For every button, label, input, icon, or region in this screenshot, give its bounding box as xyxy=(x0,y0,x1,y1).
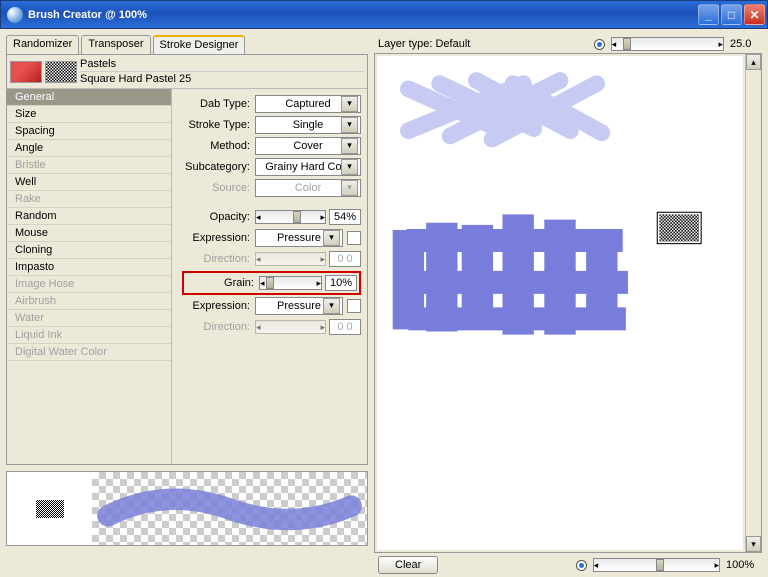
window-title: Brush Creator @ 100% xyxy=(28,9,696,21)
category-item: Digital Water Color xyxy=(7,344,171,361)
tabs: Randomizer Transposer Stroke Designer xyxy=(6,35,368,54)
category-item[interactable]: Mouse xyxy=(7,225,171,242)
tab-stroke-designer[interactable]: Stroke Designer xyxy=(153,35,246,54)
titlebar: Brush Creator @ 100% _ □ ✕ xyxy=(0,0,768,29)
left-column: Randomizer Transposer Stroke Designer Pa… xyxy=(6,35,368,546)
grain-slider[interactable] xyxy=(259,276,322,290)
expression1-label: Expression: xyxy=(182,232,250,244)
preview-strip xyxy=(6,471,368,546)
brush-header: Pastels Square Hard Pastel 25 xyxy=(7,55,367,89)
brush-info: Pastels Square Hard Pastel 25 xyxy=(80,58,364,85)
canvas-wrap: ▴ ▾ xyxy=(374,53,762,553)
dab-preview xyxy=(7,472,92,545)
opacity-label: Opacity: xyxy=(182,211,250,223)
maximize-button[interactable]: □ xyxy=(721,4,742,25)
method-combo[interactable]: Cover xyxy=(255,137,361,155)
layer-type-label: Layer type: Default xyxy=(378,38,470,50)
category-item: Water xyxy=(7,310,171,327)
subcategory-combo[interactable]: Grainy Hard Co... xyxy=(255,158,361,176)
category-item: Liquid Ink xyxy=(7,327,171,344)
category-item[interactable]: Random xyxy=(7,208,171,225)
brush-category-icon[interactable] xyxy=(10,61,42,83)
brush-variant-label: Square Hard Pastel 25 xyxy=(80,73,364,85)
scroll-track[interactable] xyxy=(746,70,761,536)
category-list: GeneralSizeSpacingAngleBristleWellRakeRa… xyxy=(7,89,172,464)
category-item[interactable]: Size xyxy=(7,106,171,123)
direction1-value: 0 0 xyxy=(329,251,361,267)
scroll-up-icon[interactable]: ▴ xyxy=(746,54,761,70)
category-item[interactable]: Impasto xyxy=(7,259,171,276)
dabtype-label: Dab Type: xyxy=(182,98,250,110)
grain-label: Grain: xyxy=(186,277,254,289)
direction2-label: Direction: xyxy=(182,321,250,333)
category-item: Airbrush xyxy=(7,293,171,310)
grain-row-highlight: Grain: 10% xyxy=(182,271,361,295)
brush-category-label: Pastels xyxy=(80,58,364,72)
layer-bar: Layer type: Default 25.0 xyxy=(374,35,762,53)
opacity-slider[interactable] xyxy=(255,210,326,224)
source-label: Source: xyxy=(182,182,250,194)
zoom-radio[interactable] xyxy=(576,560,587,571)
expression2-label: Expression: xyxy=(182,300,250,312)
close-button[interactable]: ✕ xyxy=(744,4,765,25)
dabtype-combo[interactable]: Captured xyxy=(255,95,361,113)
category-item[interactable]: Angle xyxy=(7,140,171,157)
tab-randomizer[interactable]: Randomizer xyxy=(6,35,79,54)
layer-slider-value: 25.0 xyxy=(730,38,758,50)
canvas[interactable] xyxy=(377,56,743,550)
zoom-slider[interactable] xyxy=(593,558,720,572)
tab-transposer[interactable]: Transposer xyxy=(81,35,150,54)
category-item: Rake xyxy=(7,191,171,208)
stroketype-label: Stroke Type: xyxy=(182,119,250,131)
bottom-bar: Clear 100% xyxy=(374,553,762,577)
category-item[interactable]: General xyxy=(7,89,171,106)
scroll-down-icon[interactable]: ▾ xyxy=(746,536,761,552)
direction1-label: Direction: xyxy=(182,253,250,265)
properties-panel: Dab Type: Captured Stroke Type: Single Met… xyxy=(172,89,367,464)
expression2-combo[interactable]: Pressure xyxy=(255,297,343,315)
stroketype-combo[interactable]: Single xyxy=(255,116,361,134)
method-label: Method: xyxy=(182,140,250,152)
direction1-slider xyxy=(255,252,326,266)
direction2-value: 0 0 xyxy=(329,319,361,335)
direction2-slider xyxy=(255,320,326,334)
canvas-strokes xyxy=(377,56,743,550)
opacity-value[interactable]: 54% xyxy=(329,209,361,225)
brush-variant-icon[interactable] xyxy=(45,61,77,83)
category-item[interactable]: Spacing xyxy=(7,123,171,140)
subcategory-label: Subcategory: xyxy=(182,161,250,173)
stroke-preview-svg xyxy=(92,472,367,545)
expression1-check[interactable] xyxy=(347,231,361,245)
category-item[interactable]: Well xyxy=(7,174,171,191)
minimize-button[interactable]: _ xyxy=(698,4,719,25)
clear-button[interactable]: Clear xyxy=(378,556,438,574)
category-item: Image Hose xyxy=(7,276,171,293)
stroke-preview xyxy=(92,472,367,545)
stroke-designer-panel: Pastels Square Hard Pastel 25 GeneralSiz… xyxy=(6,54,368,465)
expression2-check[interactable] xyxy=(347,299,361,313)
mid-row: GeneralSizeSpacingAngleBristleWellRakeRa… xyxy=(7,89,367,464)
right-column: Layer type: Default 25.0 xyxy=(374,35,762,546)
vertical-scrollbar[interactable]: ▴ ▾ xyxy=(745,54,761,552)
layer-radio[interactable] xyxy=(594,39,605,50)
zoom-value: 100% xyxy=(726,559,758,571)
texture-swatch xyxy=(36,500,64,518)
grain-value[interactable]: 10% xyxy=(325,275,357,291)
category-item: Bristle xyxy=(7,157,171,174)
layer-slider[interactable] xyxy=(611,37,724,51)
app-icon xyxy=(7,7,23,23)
source-combo: Color xyxy=(255,179,361,197)
category-item[interactable]: Cloning xyxy=(7,242,171,259)
content: Randomizer Transposer Stroke Designer Pa… xyxy=(0,29,768,552)
expression1-combo[interactable]: Pressure xyxy=(255,229,343,247)
